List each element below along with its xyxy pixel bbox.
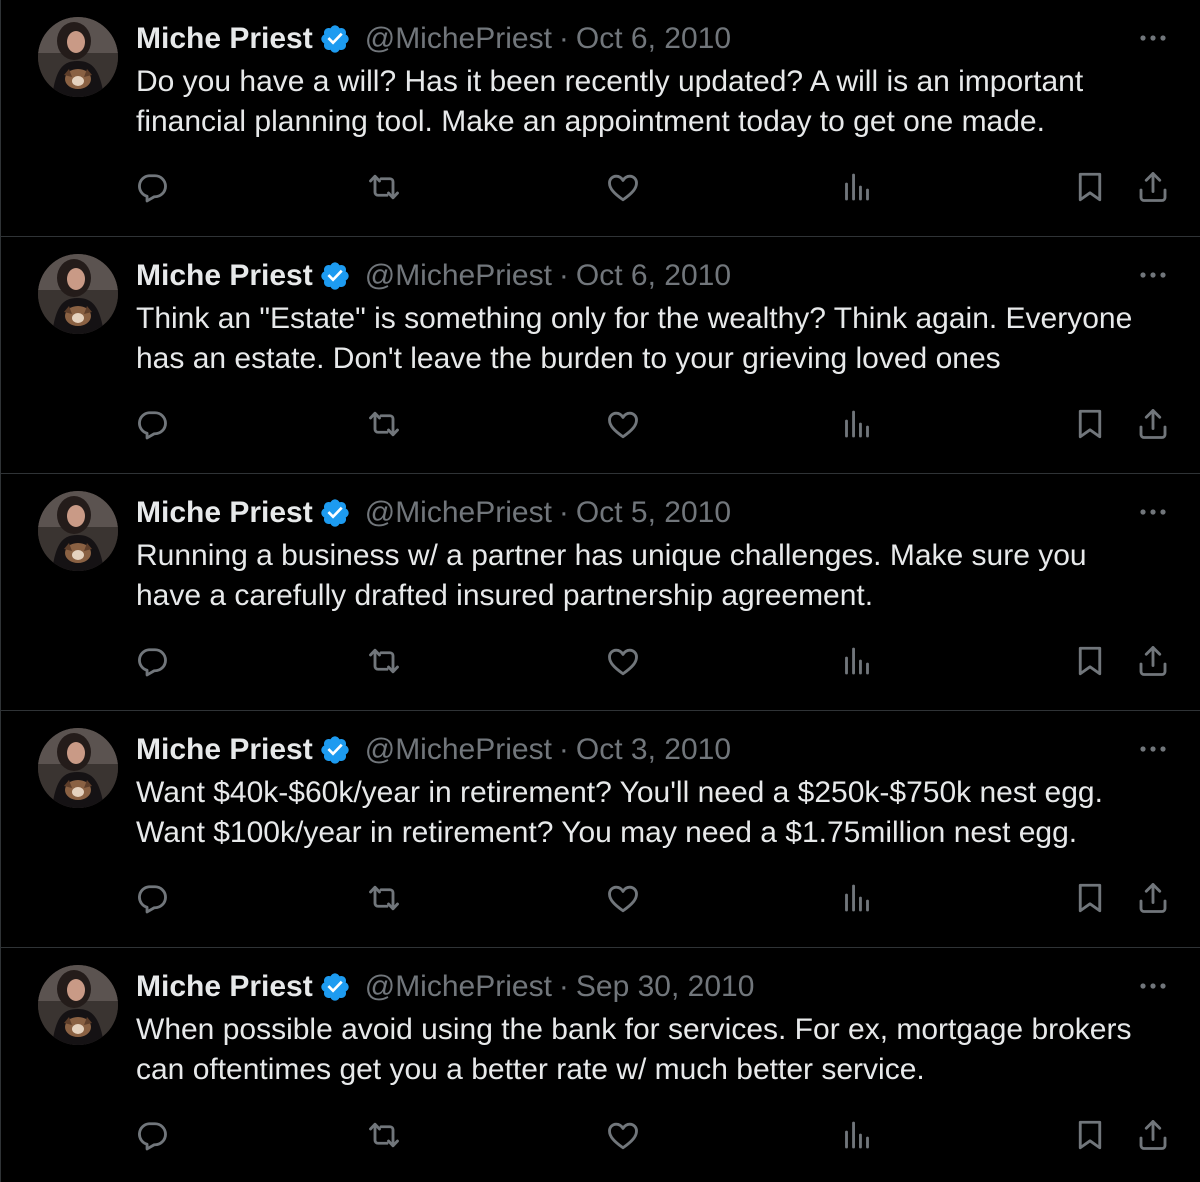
views-bar-chart-icon[interactable]	[839, 880, 875, 916]
views-bar-chart-icon[interactable]	[839, 1117, 875, 1153]
separator-dot: ·	[558, 970, 569, 1003]
tweet-header: Miche Priest @MichePriest · Oct 3, 2010	[136, 731, 731, 769]
retweet-arrows-icon[interactable]	[366, 406, 402, 442]
more-dots-icon[interactable]	[1136, 263, 1170, 287]
bookmark-icon[interactable]	[1072, 880, 1108, 916]
retweet-arrows-icon[interactable]	[366, 880, 402, 916]
reply-bubble-icon[interactable]	[134, 406, 170, 442]
more-dots-icon[interactable]	[1136, 500, 1170, 524]
more-dots-icon[interactable]	[1136, 737, 1170, 761]
heart-icon[interactable]	[605, 1117, 641, 1153]
tweet-date[interactable]: Oct 5, 2010	[576, 494, 731, 532]
heart-icon[interactable]	[605, 406, 641, 442]
heart-icon[interactable]	[605, 643, 641, 679]
bookmark-icon[interactable]	[1072, 1117, 1108, 1153]
heart-icon[interactable]	[605, 169, 641, 205]
avatar[interactable]	[38, 965, 118, 1045]
reply-bubble-icon[interactable]	[134, 169, 170, 205]
display-name[interactable]: Miche Priest	[136, 257, 313, 295]
tweet[interactable]: Miche Priest @MichePriest · Oct 5, 2010 …	[1, 474, 1200, 711]
separator-dot: ·	[558, 22, 569, 55]
avatar-photo	[38, 728, 118, 808]
bookmark-icon[interactable]	[1072, 643, 1108, 679]
bookmark-icon[interactable]	[1072, 169, 1108, 205]
verified-badge-icon[interactable]	[319, 497, 351, 529]
heart-icon[interactable]	[605, 880, 641, 916]
verified-badge-icon[interactable]	[319, 734, 351, 766]
avatar-photo	[38, 17, 118, 97]
share-upload-icon[interactable]	[1135, 406, 1171, 442]
separator-dot: ·	[558, 496, 569, 529]
handle[interactable]: @MichePriest	[365, 257, 552, 295]
verified-badge-icon[interactable]	[319, 260, 351, 292]
tweet-header: Miche Priest @MichePriest · Oct 6, 2010	[136, 20, 731, 58]
tweet[interactable]: Miche Priest @MichePriest · Sep 30, 2010…	[1, 948, 1200, 1182]
share-upload-icon[interactable]	[1135, 1117, 1171, 1153]
avatar[interactable]	[38, 254, 118, 334]
tweet-header: Miche Priest @MichePriest · Oct 6, 2010	[136, 257, 731, 295]
verified-badge-icon[interactable]	[319, 23, 351, 55]
retweet-arrows-icon[interactable]	[366, 643, 402, 679]
bookmark-icon[interactable]	[1072, 406, 1108, 442]
avatar[interactable]	[38, 728, 118, 808]
display-name[interactable]: Miche Priest	[136, 731, 313, 769]
more-dots-icon[interactable]	[1136, 26, 1170, 50]
tweet-text: Want $40k-$60k/year in retirement? You'l…	[136, 776, 1103, 849]
share-upload-icon[interactable]	[1135, 169, 1171, 205]
tweet-date[interactable]: Oct 6, 2010	[576, 257, 731, 295]
retweet-arrows-icon[interactable]	[366, 1117, 402, 1153]
avatar[interactable]	[38, 491, 118, 571]
more-dots-icon[interactable]	[1136, 974, 1170, 998]
handle[interactable]: @MichePriest	[365, 968, 552, 1006]
display-name[interactable]: Miche Priest	[136, 968, 313, 1006]
display-name[interactable]: Miche Priest	[136, 494, 313, 532]
tweet-text: Do you have a will? Has it been recently…	[136, 65, 1084, 138]
avatar-photo	[38, 491, 118, 571]
tweet-text: When possible avoid using the bank for s…	[136, 1013, 1132, 1086]
avatar-photo	[38, 254, 118, 334]
tweet-text: Running a business w/ a partner has uniq…	[136, 539, 1087, 612]
avatar[interactable]	[38, 17, 118, 97]
share-upload-icon[interactable]	[1135, 880, 1171, 916]
tweet-header: Miche Priest @MichePriest · Oct 5, 2010	[136, 494, 731, 532]
tweet-text: Think an "Estate" is something only for …	[136, 302, 1133, 375]
retweet-arrows-icon[interactable]	[366, 169, 402, 205]
verified-badge-icon[interactable]	[319, 971, 351, 1003]
share-upload-icon[interactable]	[1135, 643, 1171, 679]
separator-dot: ·	[558, 733, 569, 766]
tweet[interactable]: Miche Priest @MichePriest · Oct 6, 2010 …	[1, 237, 1200, 474]
tweet-header: Miche Priest @MichePriest · Sep 30, 2010	[136, 968, 754, 1006]
separator-dot: ·	[558, 259, 569, 292]
timeline: Miche Priest @MichePriest · Oct 6, 2010 …	[0, 0, 1200, 1182]
handle[interactable]: @MichePriest	[365, 494, 552, 532]
tweet-date[interactable]: Oct 3, 2010	[576, 731, 731, 769]
tweet-date[interactable]: Sep 30, 2010	[576, 968, 755, 1006]
tweet[interactable]: Miche Priest @MichePriest · Oct 3, 2010 …	[1, 711, 1200, 948]
views-bar-chart-icon[interactable]	[839, 406, 875, 442]
handle[interactable]: @MichePriest	[365, 20, 552, 58]
views-bar-chart-icon[interactable]	[839, 169, 875, 205]
reply-bubble-icon[interactable]	[134, 643, 170, 679]
tweet[interactable]: Miche Priest @MichePriest · Oct 6, 2010 …	[1, 0, 1200, 237]
reply-bubble-icon[interactable]	[134, 880, 170, 916]
views-bar-chart-icon[interactable]	[839, 643, 875, 679]
tweet-date[interactable]: Oct 6, 2010	[576, 20, 731, 58]
avatar-photo	[38, 965, 118, 1045]
handle[interactable]: @MichePriest	[365, 731, 552, 769]
reply-bubble-icon[interactable]	[134, 1117, 170, 1153]
display-name[interactable]: Miche Priest	[136, 20, 313, 58]
